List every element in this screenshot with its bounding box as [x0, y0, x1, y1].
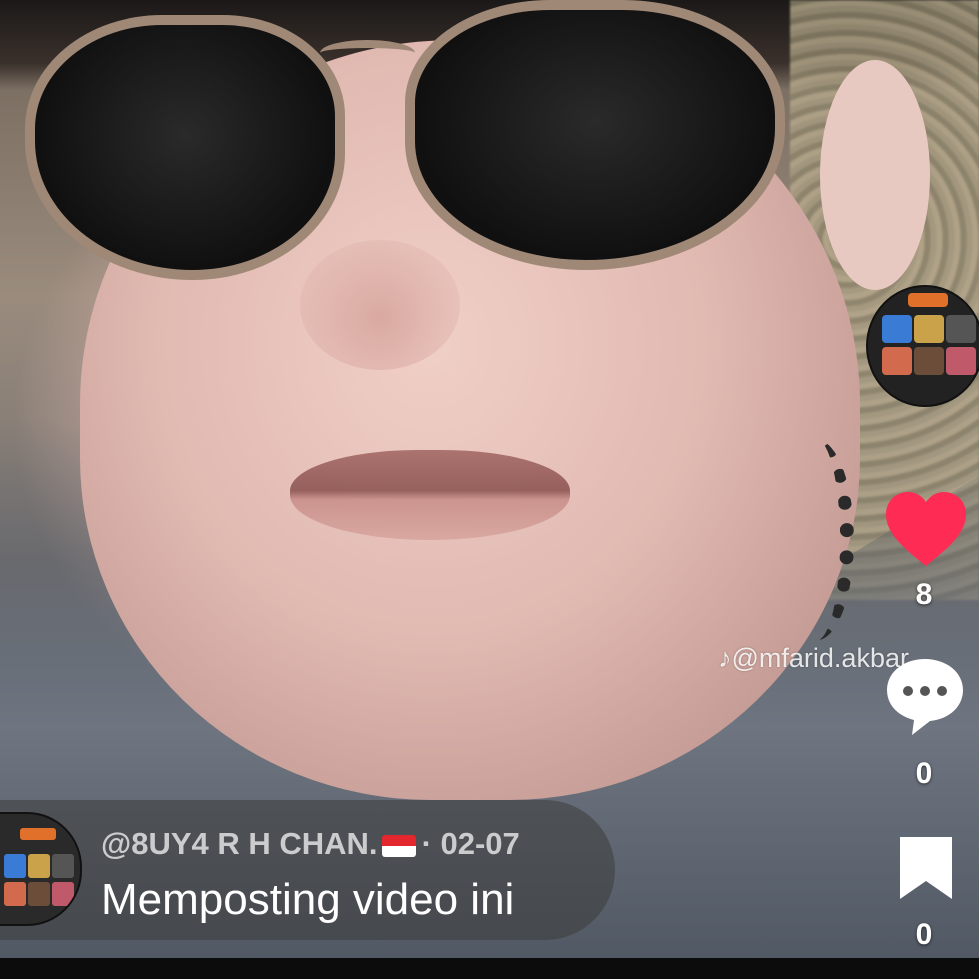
comment-icon: [887, 659, 963, 735]
avatar-tile: [28, 882, 50, 906]
heart-icon: [886, 492, 966, 566]
like-button[interactable]: [884, 490, 968, 570]
avatar-tile: [914, 315, 944, 343]
post-date: · 02-07: [421, 826, 520, 861]
avatar-tile: [882, 315, 912, 343]
avatar-tile: [4, 854, 26, 878]
avatar-tile: [4, 882, 26, 906]
like-count: 8: [915, 578, 933, 611]
caption-text: Memposting video ini: [101, 875, 515, 924]
avatar-tile: [946, 347, 976, 375]
video-player[interactable]: ♪@mfarid.akbar 8 0 0 @8UY4 R H CHAN. · 0…: [0, 0, 979, 979]
bookmark-button[interactable]: [896, 833, 956, 903]
sunglasses-bridge: [320, 40, 415, 66]
avatar-tile: [28, 854, 50, 878]
bookmark-icon: [900, 837, 952, 899]
video-frame-necklace: [780, 440, 854, 640]
save-count: 0: [915, 918, 933, 951]
caption-meta: @8UY4 R H CHAN. · 02-07: [101, 826, 520, 862]
avatar-tile: [20, 828, 56, 840]
indonesia-flag-icon: [381, 834, 416, 857]
avatar-tile: [52, 882, 74, 906]
video-frame-ear: [820, 60, 930, 290]
avatar-tile: [882, 347, 912, 375]
avatar-tile: [946, 315, 976, 343]
sunglasses-left-lens: [25, 15, 345, 280]
bottom-bar: [0, 958, 979, 979]
avatar-tile: [908, 293, 948, 307]
video-frame-nose: [300, 240, 460, 370]
sound-disc-avatar[interactable]: [866, 285, 979, 407]
comment-button[interactable]: [884, 655, 966, 737]
avatar-tile: [52, 854, 74, 878]
video-frame-lips: [290, 450, 570, 540]
comment-count: 0: [915, 757, 933, 790]
avatar-tile: [914, 347, 944, 375]
video-watermark: ♪@mfarid.akbar: [718, 643, 909, 673]
author-username[interactable]: @8UY4 R H CHAN.: [101, 826, 378, 861]
